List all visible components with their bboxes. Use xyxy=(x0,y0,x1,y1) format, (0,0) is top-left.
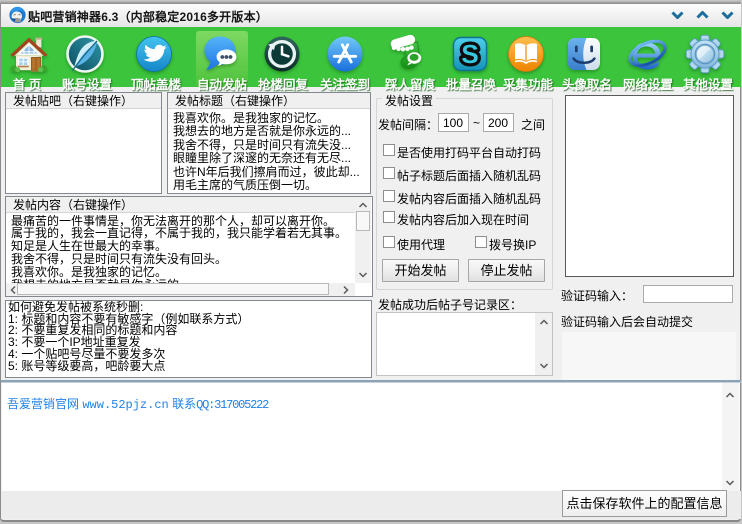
svg-text:S: S xyxy=(461,39,478,69)
